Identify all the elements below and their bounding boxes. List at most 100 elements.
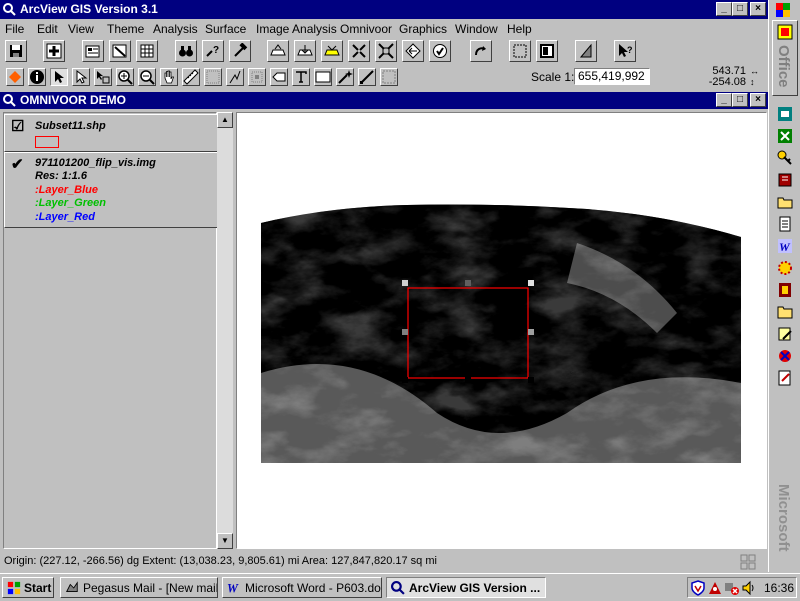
office-shortcut-3[interactable] bbox=[775, 148, 795, 168]
office-shortcut-5[interactable] bbox=[775, 192, 795, 212]
minimize-button[interactable]: _ bbox=[716, 2, 732, 16]
office-shortcut-8[interactable] bbox=[775, 258, 795, 278]
text-tool-button[interactable] bbox=[292, 68, 310, 86]
draw-line-tool-button[interactable] bbox=[226, 68, 244, 86]
office-shortcut-9[interactable] bbox=[775, 280, 795, 300]
theme-visibility-checkbox[interactable]: ☑ bbox=[11, 117, 24, 135]
excel-icon bbox=[778, 129, 792, 143]
info-tool-button[interactable] bbox=[28, 68, 46, 86]
zoom-to-full-extent-button[interactable] bbox=[267, 40, 289, 62]
menu-analysis[interactable]: Analysis bbox=[153, 22, 198, 36]
triangle-icon bbox=[579, 43, 592, 58]
shield-icon[interactable] bbox=[690, 580, 706, 596]
help-pointer-button[interactable]: ? bbox=[614, 40, 636, 62]
scroll-down-button[interactable]: ▼ bbox=[217, 533, 233, 549]
magnifier-plus-icon bbox=[118, 70, 133, 85]
image-grid-tool-button[interactable] bbox=[204, 68, 222, 86]
menu-file[interactable]: File bbox=[5, 22, 24, 36]
size-grip-icon[interactable] bbox=[740, 554, 756, 570]
open-table-button[interactable] bbox=[136, 40, 158, 62]
office-shortcut-2[interactable] bbox=[775, 126, 795, 146]
menu-edit[interactable]: Edit bbox=[37, 22, 58, 36]
view-minimize-button[interactable]: _ bbox=[716, 93, 732, 107]
menu-help[interactable]: Help bbox=[507, 22, 532, 36]
scale-input[interactable]: 655,419,992 bbox=[574, 68, 650, 85]
measure-tool-button[interactable] bbox=[182, 68, 200, 86]
task-label: Pegasus Mail - [New mail f... bbox=[83, 580, 218, 595]
zoom-out-tool-button[interactable] bbox=[138, 68, 156, 86]
volume-icon[interactable] bbox=[741, 580, 757, 596]
zoom-in-button[interactable] bbox=[348, 40, 370, 62]
add-theme-button[interactable] bbox=[43, 40, 65, 62]
office-shortcut-7[interactable]: W bbox=[775, 236, 795, 256]
layout-button[interactable] bbox=[536, 40, 558, 62]
help-arrow-icon: ? bbox=[619, 44, 633, 57]
view-close-button[interactable]: × bbox=[750, 93, 766, 107]
menu-surface[interactable]: Surface bbox=[205, 22, 246, 36]
theme-entry-subset[interactable]: ☑ Subset11.shp bbox=[4, 114, 218, 152]
map-display[interactable] bbox=[236, 112, 767, 549]
task-arcview[interactable]: ArcView GIS Version ... bbox=[386, 577, 546, 598]
magic-wand-tool-button[interactable] bbox=[336, 68, 354, 86]
analysis-button[interactable] bbox=[575, 40, 597, 62]
pointer-tool-button[interactable] bbox=[50, 68, 68, 86]
taskbar: Start Pegasus Mail - [New mail f... W Mi… bbox=[0, 573, 800, 601]
office-shortcut-13[interactable] bbox=[775, 368, 795, 388]
select-by-theme-button[interactable] bbox=[429, 40, 451, 62]
find-button[interactable] bbox=[175, 40, 197, 62]
image-selection-button[interactable] bbox=[509, 40, 531, 62]
office-shortcut-1[interactable] bbox=[775, 104, 795, 124]
menu-view[interactable]: View bbox=[68, 22, 94, 36]
draw-arrow-tool-button[interactable] bbox=[358, 68, 376, 86]
label-tool-button[interactable] bbox=[270, 68, 288, 86]
scroll-up-button[interactable]: ▲ bbox=[217, 112, 233, 128]
save-button[interactable] bbox=[5, 40, 27, 62]
region-tool-button[interactable] bbox=[380, 68, 398, 86]
close-button[interactable]: × bbox=[750, 2, 766, 16]
edit-legend-button[interactable] bbox=[109, 40, 131, 62]
rectangle-icon bbox=[315, 71, 331, 83]
network-error-icon[interactable] bbox=[724, 580, 740, 596]
vertex-edit-tool-button[interactable] bbox=[72, 68, 90, 86]
start-button[interactable]: Start bbox=[2, 577, 54, 598]
office-shortcut-10[interactable] bbox=[775, 302, 795, 322]
pan-tool-button[interactable] bbox=[160, 68, 178, 86]
theme-entry-image[interactable]: ✔ 971101200_flip_vis.img Res: 1:1.6 :Lay… bbox=[4, 152, 218, 228]
identify-tool-button[interactable] bbox=[6, 68, 24, 86]
hotlink-button[interactable] bbox=[470, 40, 492, 62]
view-maximize-button[interactable]: □ bbox=[732, 93, 748, 107]
office-shortcut-11[interactable] bbox=[775, 324, 795, 344]
title-bar[interactable]: ArcView GIS Version 3.1 _ □ × bbox=[0, 0, 768, 19]
task-pegasus-mail[interactable]: Pegasus Mail - [New mail f... bbox=[60, 577, 218, 598]
menu-theme[interactable]: Theme bbox=[107, 22, 144, 36]
maximize-button[interactable]: □ bbox=[732, 2, 748, 16]
office-shortcut-6[interactable] bbox=[775, 214, 795, 234]
office-shortcut-4[interactable] bbox=[775, 170, 795, 190]
theme-visibility-checkbox[interactable]: ✔ bbox=[11, 155, 24, 173]
zoom-out-button[interactable] bbox=[375, 40, 397, 62]
menu-bar: File Edit View Theme Analysis Surface Im… bbox=[0, 19, 768, 38]
menu-image-analysis[interactable]: Image Analysis bbox=[256, 22, 337, 36]
select-feature-tool-button[interactable] bbox=[94, 68, 112, 86]
query-builder-button[interactable]: ? bbox=[202, 40, 224, 62]
polygon-tool-button[interactable] bbox=[248, 68, 266, 86]
office-menu-button[interactable]: Office bbox=[772, 20, 798, 96]
office-shortcut-12[interactable] bbox=[775, 346, 795, 366]
hammer-tool-button[interactable] bbox=[229, 40, 251, 62]
view-globe-icon bbox=[3, 94, 16, 107]
menu-omnivoor[interactable]: Omnivoor bbox=[340, 22, 392, 36]
rectangle-tool-button[interactable] bbox=[314, 68, 332, 86]
zoom-in-tool-button[interactable] bbox=[116, 68, 134, 86]
zoom-to-themes-button[interactable] bbox=[294, 40, 316, 62]
antivirus-icon[interactable] bbox=[707, 580, 723, 596]
orange-diamond-icon bbox=[9, 71, 21, 83]
zoom-to-selected-button[interactable] bbox=[321, 40, 343, 62]
menu-window[interactable]: Window bbox=[455, 22, 498, 36]
view-title-bar[interactable]: OMNIVOOR DEMO _ □ × bbox=[0, 92, 768, 109]
task-microsoft-word[interactable]: W Microsoft Word - P603.doc bbox=[222, 577, 382, 598]
zoom-previous-button[interactable] bbox=[402, 40, 424, 62]
theme-properties-button[interactable] bbox=[82, 40, 104, 62]
toc-scrollbar[interactable]: ▲ ▼ bbox=[217, 112, 233, 549]
menu-graphics[interactable]: Graphics bbox=[399, 22, 447, 36]
office-logo-icon[interactable] bbox=[775, 2, 791, 18]
